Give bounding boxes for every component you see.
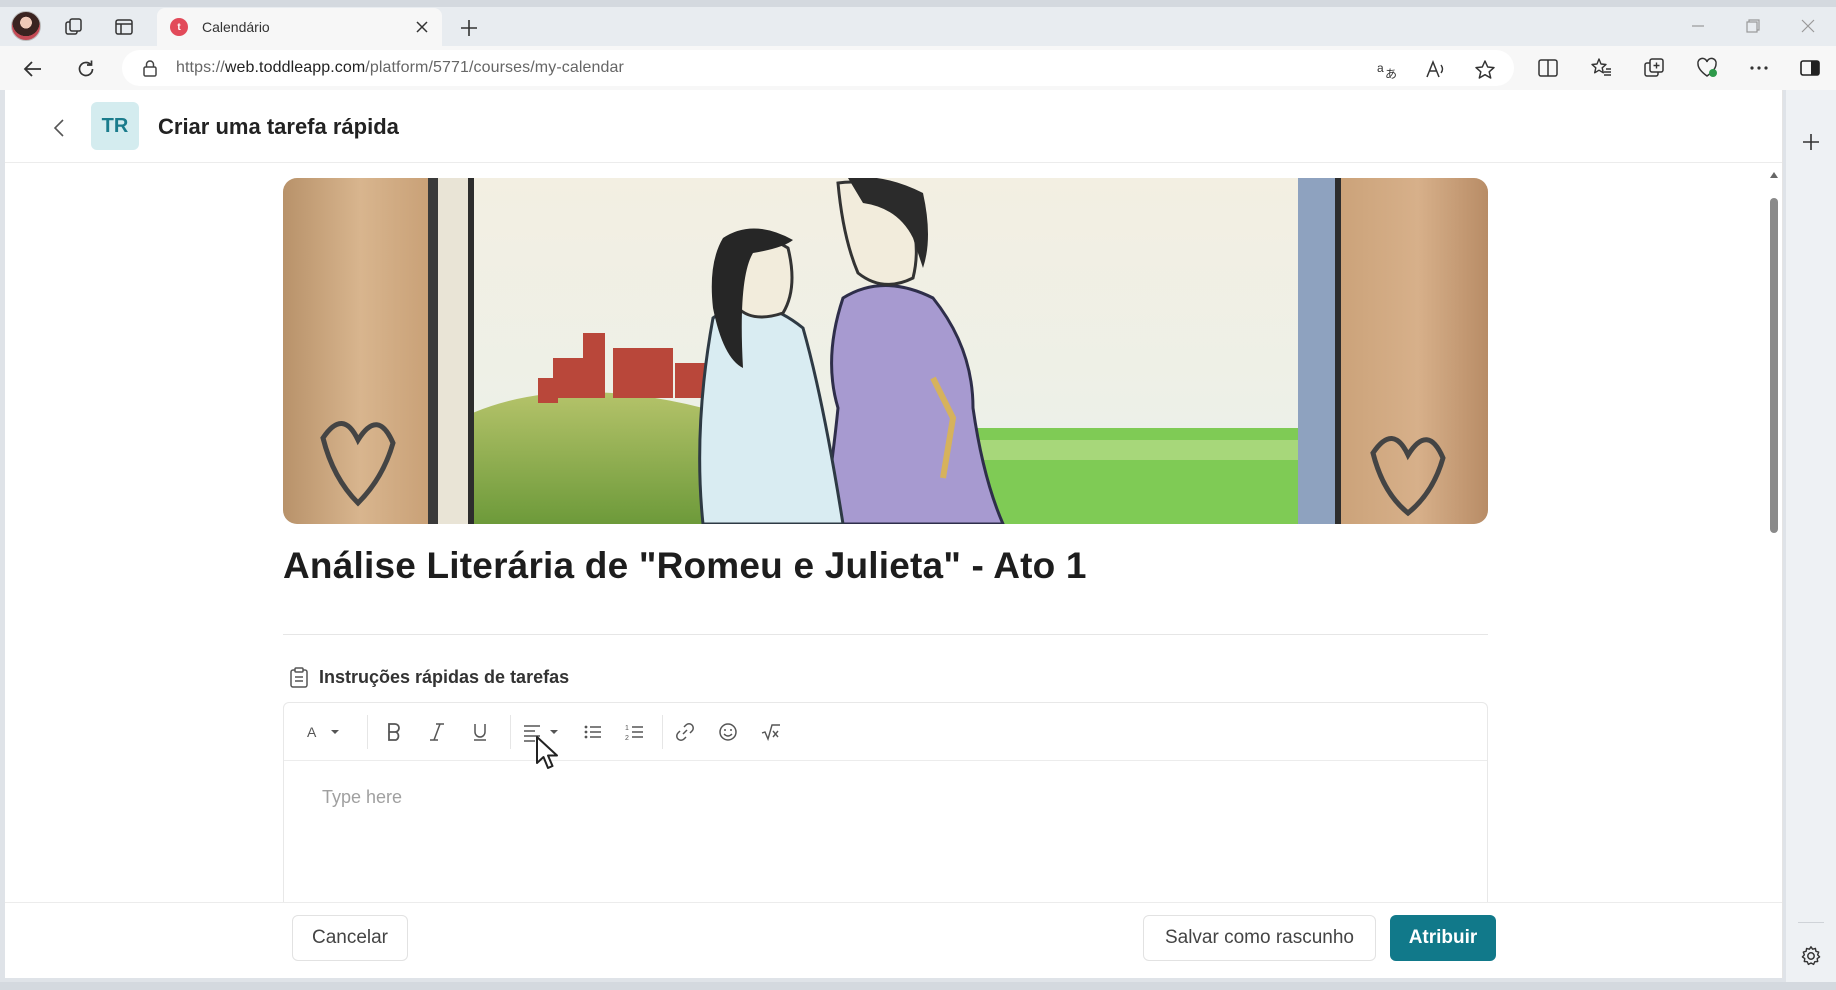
url-path: /platform/5771/courses/my-calendar — [365, 59, 624, 76]
tab-title: Calendário — [202, 19, 270, 35]
toolbar-separator — [367, 715, 368, 749]
back-chevron-icon[interactable] — [43, 112, 75, 144]
new-tab-icon[interactable] — [455, 14, 483, 42]
page-footer: Cancelar Salvar como rascunho Atribuir — [5, 902, 1782, 978]
svg-text:1: 1 — [625, 725, 629, 732]
url-prefix: https:// — [176, 59, 225, 76]
back-icon[interactable] — [17, 53, 49, 85]
bullet-list-icon[interactable] — [580, 719, 606, 745]
page-scrollbar[interactable] — [1767, 168, 1781, 978]
formula-icon[interactable] — [758, 719, 784, 745]
bold-icon[interactable] — [381, 719, 407, 745]
underline-icon[interactable] — [467, 719, 493, 745]
cover-image[interactable] — [283, 178, 1488, 524]
window-bottom-edge — [0, 982, 1836, 990]
scrollbar-thumb[interactable] — [1770, 198, 1778, 533]
url-text: https://web.toddleapp.com/platform/5771/… — [176, 59, 624, 77]
course-badge: TR — [91, 102, 139, 150]
browser-tab-active[interactable]: t Calendário — [157, 8, 442, 46]
emoji-icon[interactable] — [715, 719, 741, 745]
sidebar-divider — [1798, 922, 1824, 923]
tab-actions-icon[interactable] — [109, 12, 139, 42]
favorite-star-icon[interactable] — [1474, 59, 1496, 81]
browser-essentials-icon[interactable] — [1696, 57, 1718, 79]
toolbar-separator — [510, 715, 511, 749]
italic-icon[interactable] — [424, 719, 450, 745]
title-divider — [283, 634, 1488, 635]
svg-text:A: A — [307, 724, 317, 740]
editor-placeholder[interactable]: Type here — [322, 787, 402, 808]
page-title: Criar uma tarefa rápida — [158, 114, 399, 139]
profile-avatar[interactable] — [11, 11, 41, 41]
address-bar[interactable]: https://web.toddleapp.com/platform/5771/… — [122, 50, 1514, 86]
task-title[interactable]: Análise Literária de "Romeu e Julieta" -… — [283, 545, 1087, 587]
collections-icon[interactable] — [59, 12, 89, 42]
close-window-icon[interactable] — [1792, 12, 1824, 40]
favorites-icon[interactable] — [1590, 57, 1612, 79]
clipboard-icon — [290, 667, 308, 688]
window-top-edge — [0, 0, 1836, 7]
cancel-button[interactable]: Cancelar — [292, 915, 408, 961]
instructions-heading: Instruções rápidas de tarefas — [283, 662, 569, 692]
numbered-list-icon[interactable]: 12 — [622, 719, 648, 745]
settings-icon[interactable] — [1799, 944, 1823, 968]
more-icon[interactable] — [1748, 57, 1770, 79]
font-style-dropdown[interactable]: A — [304, 719, 346, 745]
toddle-favicon: t — [170, 18, 188, 36]
collections-icon[interactable] — [1643, 57, 1665, 79]
toolbar-separator — [662, 715, 663, 749]
lock-icon — [143, 60, 157, 77]
restore-icon[interactable] — [1737, 12, 1769, 40]
sidebar-toggle-icon[interactable] — [1799, 57, 1821, 79]
link-icon[interactable] — [672, 719, 698, 745]
mouse-cursor-icon — [536, 736, 558, 769]
refresh-icon[interactable] — [70, 53, 102, 85]
read-aloud-icon[interactable] — [1425, 59, 1447, 81]
minimize-icon[interactable] — [1682, 12, 1714, 40]
svg-text:a: a — [1377, 61, 1384, 75]
page-content: TR Criar uma tarefa rápida Análise Liter… — [5, 90, 1783, 978]
url-domain: web.toddleapp.com — [224, 59, 366, 76]
add-icon[interactable] — [1799, 130, 1823, 154]
svg-text:2: 2 — [625, 735, 629, 742]
save-draft-button[interactable]: Salvar como rascunho — [1143, 915, 1376, 961]
split-screen-icon[interactable] — [1537, 57, 1559, 79]
instructions-label: Instruções rápidas de tarefas — [319, 666, 570, 687]
page-header: TR Criar uma tarefa rápida — [5, 90, 1782, 163]
browser-toolbar: https://web.toddleapp.com/platform/5771/… — [0, 46, 1836, 90]
svg-text:あ: あ — [1385, 67, 1397, 81]
scroll-up-icon[interactable] — [1769, 170, 1779, 180]
assign-button[interactable]: Atribuir — [1390, 915, 1496, 961]
close-tab-icon[interactable] — [412, 17, 432, 37]
editor-toolbar: A 12 — [284, 703, 1487, 761]
browser-sidebar — [1786, 90, 1836, 982]
browser-tab-strip: t Calendário — [0, 0, 1836, 46]
translate-icon[interactable]: aあ — [1376, 59, 1398, 81]
